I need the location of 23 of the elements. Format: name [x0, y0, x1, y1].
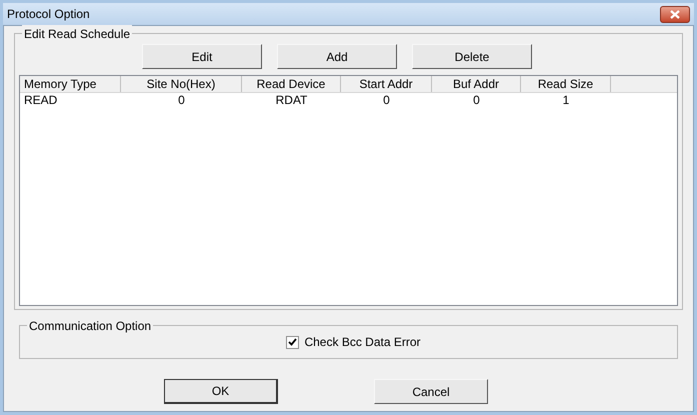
dialog-button[interactable]: Cancel: [374, 379, 488, 404]
close-button[interactable]: [660, 6, 690, 22]
column-header[interactable]: Site No(Hex): [121, 76, 242, 92]
table-cell-text: 1: [562, 93, 570, 107]
dialog-button[interactable]: Add: [277, 44, 397, 69]
check-icon: [288, 338, 298, 346]
checkbox-label: Check Bcc Data Error: [304, 334, 421, 351]
column-header[interactable]: Start Addr: [341, 76, 432, 92]
dialog-button[interactable]: Delete: [412, 44, 532, 69]
window-title: Protocol Option: [7, 6, 90, 23]
table-cell-text: 0: [177, 93, 186, 107]
column-header[interactable]: Memory Type: [20, 76, 121, 92]
column-header[interactable]: Read Device: [242, 76, 341, 92]
table-cell-text: READ: [23, 93, 58, 107]
table-cell-text: 0: [382, 93, 391, 107]
dialog-button[interactable]: Edit: [142, 44, 262, 69]
table-cell-text: RDAT: [274, 93, 308, 107]
close-icon: [670, 10, 680, 18]
dialog-button[interactable]: OK: [164, 379, 278, 404]
column-header[interactable]: Read Size: [521, 76, 611, 92]
checkbox[interactable]: [286, 336, 300, 348]
column-header[interactable]: Buf Addr: [432, 76, 521, 92]
table-cell-text: 0: [472, 93, 481, 107]
